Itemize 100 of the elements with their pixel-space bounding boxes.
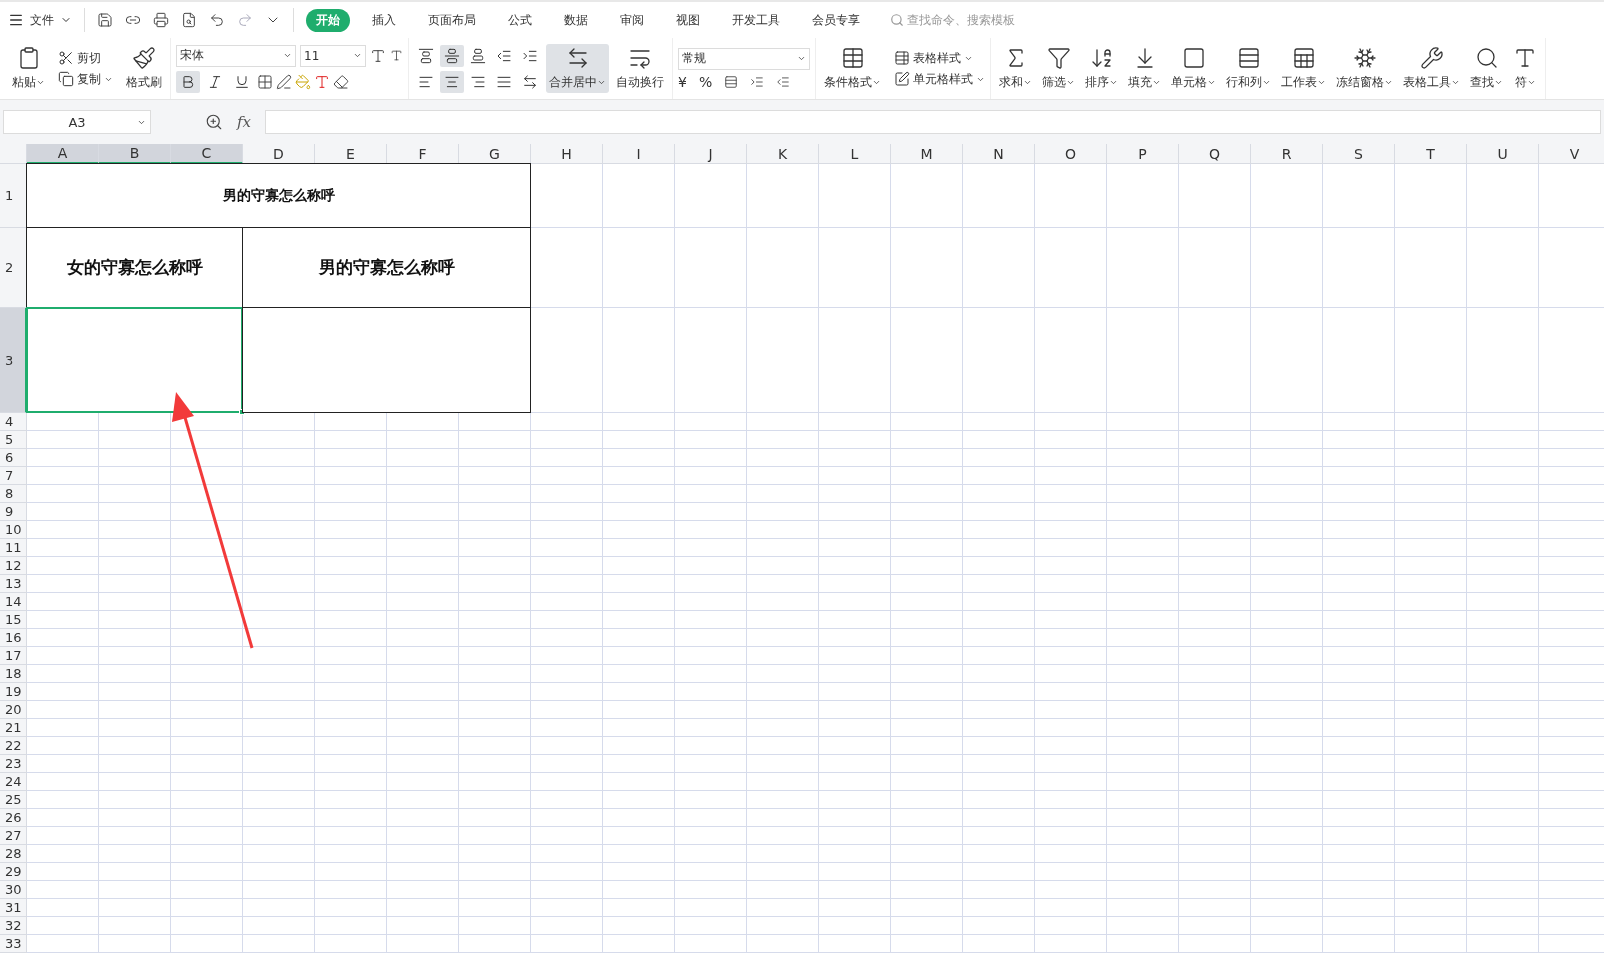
grid-cell[interactable] <box>1107 228 1179 308</box>
row-header[interactable]: 22 <box>0 737 27 755</box>
print-icon[interactable] <box>153 12 169 28</box>
grid-cell[interactable] <box>1179 308 1251 413</box>
row-header[interactable]: 20 <box>0 701 27 719</box>
grid-cell[interactable] <box>1107 164 1179 228</box>
grid-cell[interactable] <box>891 308 963 413</box>
row-header[interactable]: 13 <box>0 575 27 593</box>
column-header[interactable]: U <box>1467 144 1539 164</box>
column-header[interactable]: F <box>387 144 459 164</box>
row-header[interactable]: 1 <box>0 164 27 228</box>
grid-cell[interactable] <box>1179 164 1251 228</box>
grid-cell[interactable] <box>891 228 963 308</box>
grid-cell[interactable] <box>603 164 675 228</box>
number-format-field[interactable]: 常规 <box>678 47 810 70</box>
grid-cell[interactable] <box>819 228 891 308</box>
toolbar-button[interactable]: 筛选 <box>1039 44 1078 93</box>
ribbon-tab[interactable]: 会员专享 <box>802 8 870 32</box>
column-header[interactable]: K <box>747 144 819 164</box>
row-header[interactable]: 25 <box>0 791 27 809</box>
row-header[interactable]: 6 <box>0 449 27 467</box>
grid-cell[interactable] <box>1323 164 1395 228</box>
thousands-icon[interactable] <box>724 74 739 89</box>
toolbar-button[interactable]: 查找 <box>1467 44 1506 93</box>
row-header[interactable]: 4 <box>0 413 27 431</box>
copy-button[interactable]: 复制 <box>58 70 113 88</box>
column-header[interactable]: R <box>1251 144 1323 164</box>
percent-button[interactable]: % <box>698 73 713 90</box>
align-middle-icon[interactable] <box>440 44 464 67</box>
font-name-field[interactable]: 宋体 <box>176 44 296 67</box>
save-icon[interactable] <box>97 12 113 28</box>
row-header[interactable]: 2 <box>0 228 27 308</box>
ribbon-tab[interactable]: 审阅 <box>610 8 654 32</box>
column-header[interactable]: N <box>963 144 1035 164</box>
row-header[interactable]: 26 <box>0 809 27 827</box>
increase-font-icon[interactable] <box>370 47 386 64</box>
row-header[interactable]: 9 <box>0 503 27 521</box>
row-header[interactable]: 19 <box>0 683 27 701</box>
grid-cell[interactable] <box>963 228 1035 308</box>
cut-button[interactable]: 剪切 <box>58 49 113 67</box>
toolbar-button[interactable]: 求和 <box>996 44 1035 93</box>
row-header[interactable]: 16 <box>0 629 27 647</box>
toolbar-button[interactable]: 表格工具 <box>1400 44 1463 93</box>
column-header[interactable]: T <box>1395 144 1467 164</box>
row-header[interactable]: 5 <box>0 431 27 449</box>
select-all-corner[interactable] <box>0 144 27 164</box>
row-header[interactable]: 32 <box>0 917 27 935</box>
row-header[interactable]: 7 <box>0 467 27 485</box>
grid-cell[interactable] <box>1251 228 1323 308</box>
increase-decimal-icon[interactable] <box>750 74 765 89</box>
grid-cell[interactable] <box>1251 164 1323 228</box>
fill-color-icon[interactable] <box>295 73 311 90</box>
grid-cell[interactable] <box>675 228 747 308</box>
grid-cell[interactable] <box>1035 308 1107 413</box>
row-header[interactable]: 23 <box>0 755 27 773</box>
undo-icon[interactable] <box>209 12 225 28</box>
grid-cell[interactable] <box>1395 308 1467 413</box>
redo-icon[interactable] <box>237 12 253 28</box>
print-preview-icon[interactable] <box>181 12 197 28</box>
row-header[interactable]: 30 <box>0 881 27 899</box>
currency-button[interactable]: ¥ <box>678 73 687 90</box>
row-header[interactable]: 27 <box>0 827 27 845</box>
row-header[interactable]: 14 <box>0 593 27 611</box>
grid-cell[interactable] <box>747 228 819 308</box>
decrease-decimal-icon[interactable] <box>776 74 791 89</box>
column-header[interactable]: I <box>603 144 675 164</box>
grid-cell[interactable] <box>1395 228 1467 308</box>
grid-cell[interactable] <box>1179 228 1251 308</box>
decrease-font-icon[interactable] <box>390 49 403 62</box>
toolbar-button[interactable]: 填充 <box>1125 44 1164 93</box>
toolbar-button[interactable]: 冻结窗格 <box>1333 44 1396 93</box>
grid-cell[interactable] <box>963 308 1035 413</box>
table-style-button[interactable]: 表格样式 <box>894 49 985 67</box>
grid-cell[interactable] <box>747 164 819 228</box>
grid-cell[interactable] <box>1467 228 1539 308</box>
row-header[interactable]: 28 <box>0 845 27 863</box>
border-icon[interactable] <box>257 73 273 90</box>
row-header[interactable]: 33 <box>0 935 27 953</box>
column-header[interactable]: B <box>99 144 171 164</box>
formula-field[interactable] <box>265 110 1601 134</box>
row-header[interactable]: 31 <box>0 899 27 917</box>
conditional-format-button[interactable]: 条件格式 <box>821 44 884 93</box>
column-header[interactable]: O <box>1035 144 1107 164</box>
grid-cell[interactable] <box>603 308 675 413</box>
grid-cell[interactable] <box>603 228 675 308</box>
font-size-field[interactable]: 11 <box>300 44 366 67</box>
toolbar-button[interactable]: 符 <box>1510 44 1540 93</box>
row-header[interactable]: 24 <box>0 773 27 791</box>
column-header[interactable]: H <box>531 144 603 164</box>
grid-cell[interactable] <box>1323 308 1395 413</box>
ribbon-tab[interactable]: 数据 <box>554 8 598 32</box>
ribbon-tab[interactable]: 视图 <box>666 8 710 32</box>
paste-button[interactable]: 粘贴 <box>9 44 48 93</box>
grid-cell[interactable] <box>1107 308 1179 413</box>
column-header[interactable]: S <box>1323 144 1395 164</box>
column-header[interactable]: Q <box>1179 144 1251 164</box>
grid-cell[interactable] <box>963 164 1035 228</box>
column-header[interactable]: G <box>459 144 531 164</box>
column-header[interactable]: D <box>243 144 315 164</box>
column-header[interactable]: E <box>315 144 387 164</box>
